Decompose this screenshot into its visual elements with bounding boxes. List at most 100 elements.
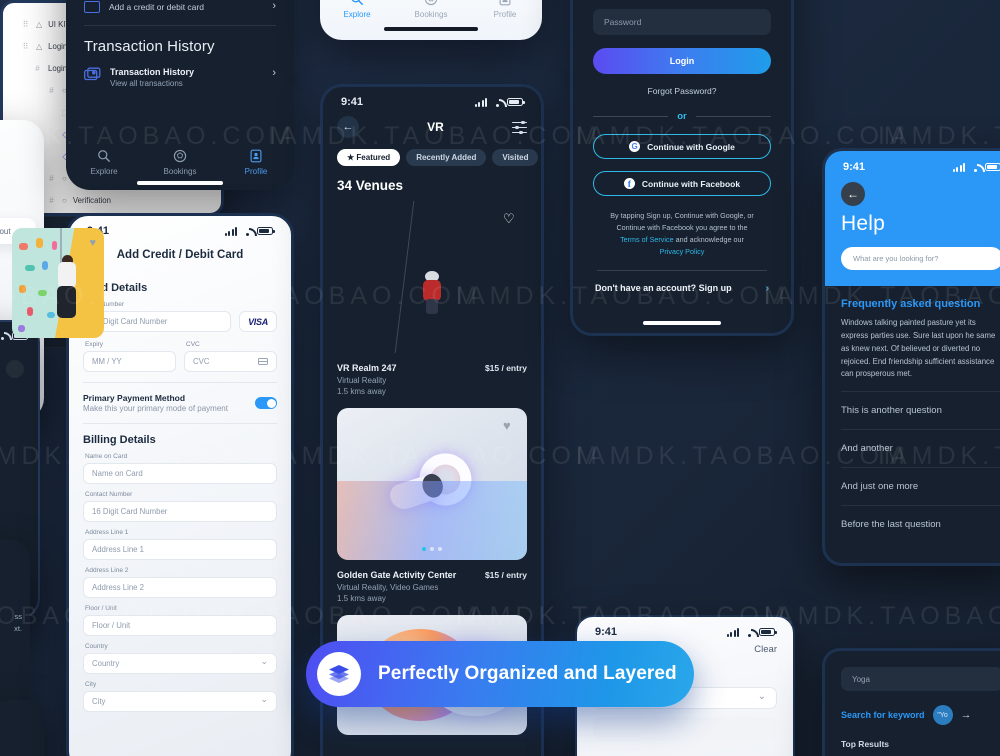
climber-illustration [52, 254, 82, 322]
password-input[interactable]: Password [593, 9, 771, 35]
primary-payment-row[interactable]: Primary Payment Method Make this your pr… [83, 393, 277, 413]
venue-meta-2: Golden Gate Activity Center $15 / entry … [323, 565, 541, 615]
faq-heading: Frequently asked question [841, 298, 981, 310]
divider [83, 423, 277, 424]
search-keyword-row[interactable]: Search for keyword "Yo → [841, 705, 1000, 725]
help-search-input[interactable]: What are you looking for? [841, 247, 1000, 270]
visa-logo: VISA [239, 311, 277, 332]
contact-number-input[interactable]: 16 Digit Card Number [83, 501, 277, 522]
keyword-pill: "Yo [932, 705, 953, 725]
terms-line-2: Continue with Facebook you agree to the [616, 222, 748, 232]
address-line-1-input[interactable]: Address Line 1 [83, 539, 277, 560]
venue-image-2[interactable]: ♥ [337, 408, 527, 560]
screenshot-canvas: out close-icon ss xt. Add a credit or de… [0, 0, 1000, 756]
tab-label: Profile [244, 167, 268, 176]
forgot-password-link[interactable]: Forgot Password? [593, 86, 771, 96]
chip-featured[interactable]: ★ Featured [337, 149, 401, 166]
close-icon[interactable]: close-icon [6, 360, 24, 378]
component-grid-icon: ⠿ [22, 19, 29, 29]
signal-icon [726, 627, 739, 637]
top-results-heading: Top Results [841, 739, 890, 749]
continue-with-facebook-button[interactable]: f Continue with Facebook [593, 171, 771, 196]
name-on-card-input[interactable]: Name on Card [83, 463, 277, 484]
login-button[interactable]: Login [593, 48, 771, 74]
divider [597, 269, 767, 271]
card-icon [258, 358, 268, 365]
wifi-icon [491, 98, 503, 107]
card-number-input[interactable]: 16 Digit Card Number [83, 311, 231, 332]
frame-icon: # [49, 195, 54, 205]
add-card-row[interactable]: Add a credit or debit card › [66, 0, 294, 13]
billing-label: Address Line 1 [85, 529, 129, 536]
faq-item[interactable]: Before the last question [841, 505, 1000, 543]
signup-row[interactable]: Don't have an account? Sign up › [593, 283, 771, 294]
back-button[interactable]: ← [337, 116, 359, 138]
tab-label: Bookings [163, 167, 197, 176]
billing-label: Country [85, 643, 108, 650]
expiry-input[interactable]: MM / YY [83, 351, 176, 372]
terms-text: By tapping Sign up, Continue with Google… [593, 210, 771, 258]
faq-item[interactable]: And just one more [841, 467, 1000, 505]
continue-with-google-button[interactable]: G Continue with Google [593, 134, 771, 159]
tab-bookings[interactable]: Bookings [142, 149, 218, 176]
faq-item[interactable]: And another [841, 429, 1000, 467]
search-icon [351, 0, 363, 5]
frame-icon: # [35, 63, 40, 73]
battery-icon [985, 163, 1000, 171]
facebook-icon: f [623, 178, 635, 189]
perfectly-organized-banner: Perfectly Organized and Layered [306, 641, 694, 707]
login-screen: Password Login Forgot Password? or G Con… [570, 0, 794, 336]
tab-bookings[interactable]: Bookings [394, 0, 468, 19]
sliders-icon[interactable] [512, 120, 527, 134]
chevron-right-icon: › [272, 67, 276, 79]
section-title-transaction-history: Transaction History [84, 38, 215, 55]
faq-body: Frequently asked question Windows talkin… [825, 286, 1000, 555]
favorite-heart-icon[interactable]: ♡ [503, 212, 516, 225]
signal-icon [474, 97, 487, 107]
climber-illustration [421, 270, 443, 314]
card-details-heading: Card Details [83, 282, 148, 294]
heart-icon[interactable]: ♥ [89, 237, 96, 249]
tab-profile[interactable]: Profile [218, 149, 294, 176]
transaction-history-row[interactable]: Transaction History View all transaction… [66, 67, 294, 88]
faq-item[interactable]: This is another question [841, 391, 1000, 429]
or-label: or [677, 111, 687, 122]
search-input[interactable]: Yoga [841, 667, 1000, 691]
carousel-dots[interactable] [422, 547, 442, 551]
privacy-policy-link[interactable]: Privacy Policy [660, 247, 705, 256]
arrow-right-icon[interactable]: → [961, 709, 972, 721]
country-select[interactable]: Country [83, 653, 277, 674]
favorite-heart-icon[interactable]: ♥ [503, 419, 516, 432]
explore-tabbar-screen: Explore Bookings Profile [320, 0, 542, 40]
tab-profile[interactable]: Profile [468, 0, 542, 19]
address-line-2-input[interactable]: Address Line 2 [83, 577, 277, 598]
search-icon [98, 150, 110, 162]
status-time: 9:41 [341, 96, 364, 108]
terms-of-service-link[interactable]: Terms of Service [620, 235, 674, 244]
clear-button[interactable]: Clear [754, 644, 777, 655]
tab-label: Explore [343, 10, 371, 19]
battery-icon [257, 227, 275, 235]
chip-visited[interactable]: Visited [492, 149, 539, 166]
wifi-icon [743, 628, 755, 637]
layer-row[interactable]: # ○ Verification [17, 189, 207, 211]
status-time: 9:41 [843, 161, 866, 173]
billing-details-heading: Billing Details [83, 434, 156, 446]
search-screen: Yoga Search for keyword "Yo → Top Result… [822, 648, 1000, 756]
city-select[interactable]: City [83, 691, 277, 712]
floor-unit-input[interactable]: Floor / Unit [83, 615, 277, 636]
tab-explore[interactable]: Explore [66, 149, 142, 176]
bottom-tabbar: Explore Bookings Profile [320, 0, 542, 19]
back-button[interactable]: ← [841, 182, 865, 206]
billing-label: Contact Number [85, 491, 133, 498]
chip-recently-added[interactable]: Recently Added [406, 149, 487, 166]
frame-icon: # [49, 173, 54, 183]
partial-dark-panel-corner [0, 700, 44, 756]
primary-payment-toggle[interactable] [255, 397, 277, 409]
divider [84, 25, 276, 26]
component-grid-icon: ⠿ [22, 41, 29, 51]
venue-image-1[interactable]: ♡ [337, 201, 527, 353]
cvc-input[interactable]: CVC [184, 351, 277, 372]
layer-type-icon: △ [36, 41, 43, 51]
tab-explore[interactable]: Explore [320, 0, 394, 19]
